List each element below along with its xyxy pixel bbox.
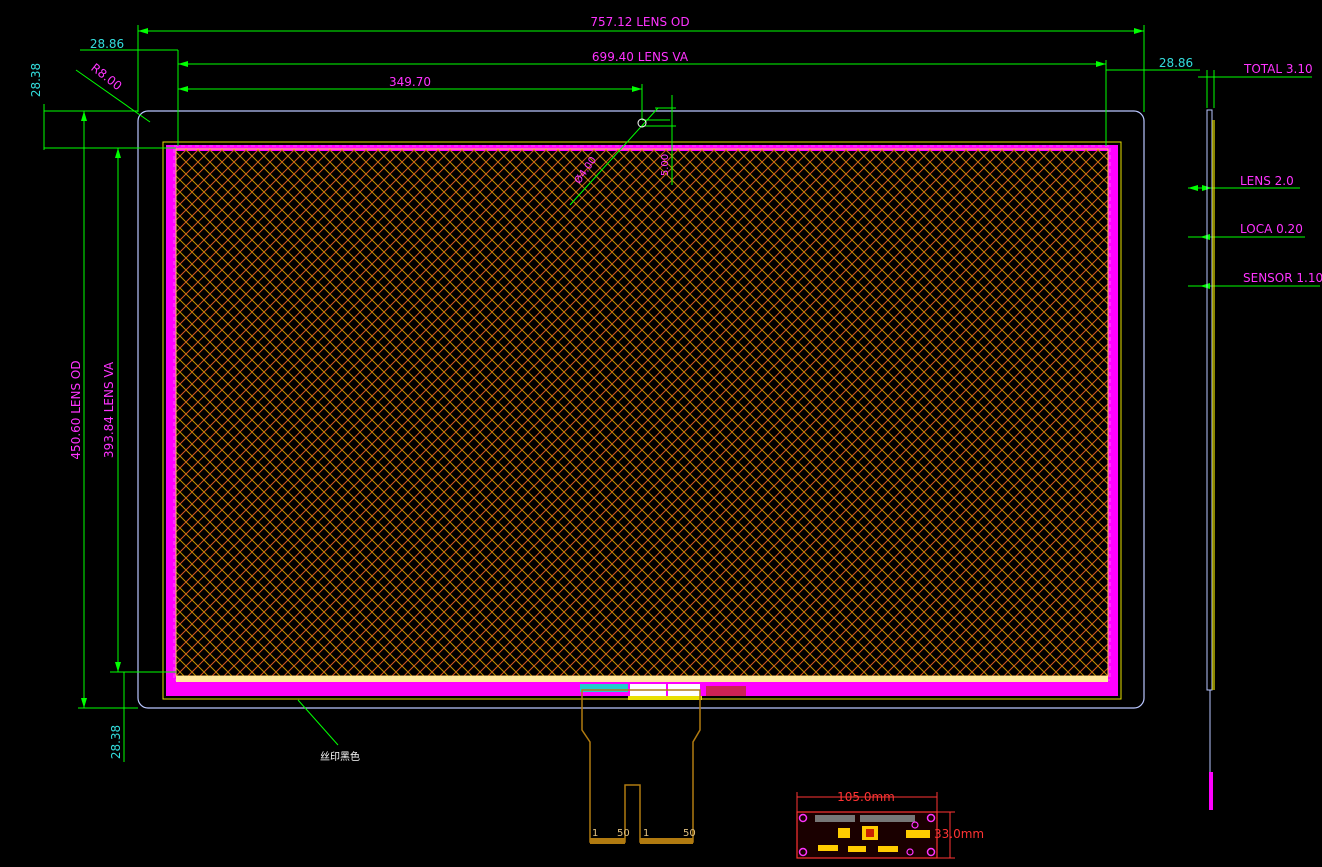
margin-left-label: 28.86 bbox=[90, 37, 124, 51]
pcb-width-label: 105.0mm bbox=[837, 790, 895, 804]
stack-lens-label: LENS 2.0 bbox=[1240, 174, 1294, 188]
corner-radius-label: R8.00 bbox=[88, 61, 124, 94]
lens-od-width-label: 757.12 LENS OD bbox=[590, 15, 689, 29]
fpc-tail bbox=[581, 689, 701, 843]
bond-pad-yellow bbox=[628, 696, 702, 700]
silkscreen-note: 丝印黑色 bbox=[320, 750, 360, 763]
stack-sensor-label: SENSOR 1.10 bbox=[1243, 271, 1322, 285]
margin-right-label: 28.86 bbox=[1159, 56, 1193, 70]
bond-strip bbox=[176, 676, 1108, 682]
fpc-pin-left-50: 50 bbox=[617, 828, 630, 839]
lens-va-width-label: 699.40 LENS VA bbox=[592, 50, 689, 64]
half-width-label: 349.70 bbox=[389, 75, 431, 89]
bond-pad-red bbox=[706, 686, 746, 696]
margin-top-label: 28.38 bbox=[29, 63, 43, 97]
fpc-pin-right-50: 50 bbox=[683, 828, 696, 839]
stack-loca-label: LOCA 0.20 bbox=[1240, 222, 1303, 236]
sensor-mesh-area bbox=[176, 149, 1108, 676]
stack-total-label: TOTAL 3.10 bbox=[1243, 62, 1313, 76]
pcb-height-label: 33.0mm bbox=[934, 827, 984, 841]
cad-drawing: 1 50 1 50 757.12 LENS OD 699.40 LENS VA … bbox=[29, 15, 1322, 859]
lens-od-height-label: 450.60 LENS OD bbox=[69, 360, 83, 459]
fpc-pin-right-1: 1 bbox=[643, 828, 649, 839]
hole-offset-label: 5.00 bbox=[660, 154, 671, 176]
fpc-pin-left-1: 1 bbox=[592, 828, 598, 839]
margin-bottom-label: 28.38 bbox=[109, 725, 123, 759]
bond-pad-cyan bbox=[580, 684, 628, 692]
lens-va-height-label: 393.84 LENS VA bbox=[102, 361, 116, 458]
side-section-view bbox=[1206, 109, 1215, 810]
